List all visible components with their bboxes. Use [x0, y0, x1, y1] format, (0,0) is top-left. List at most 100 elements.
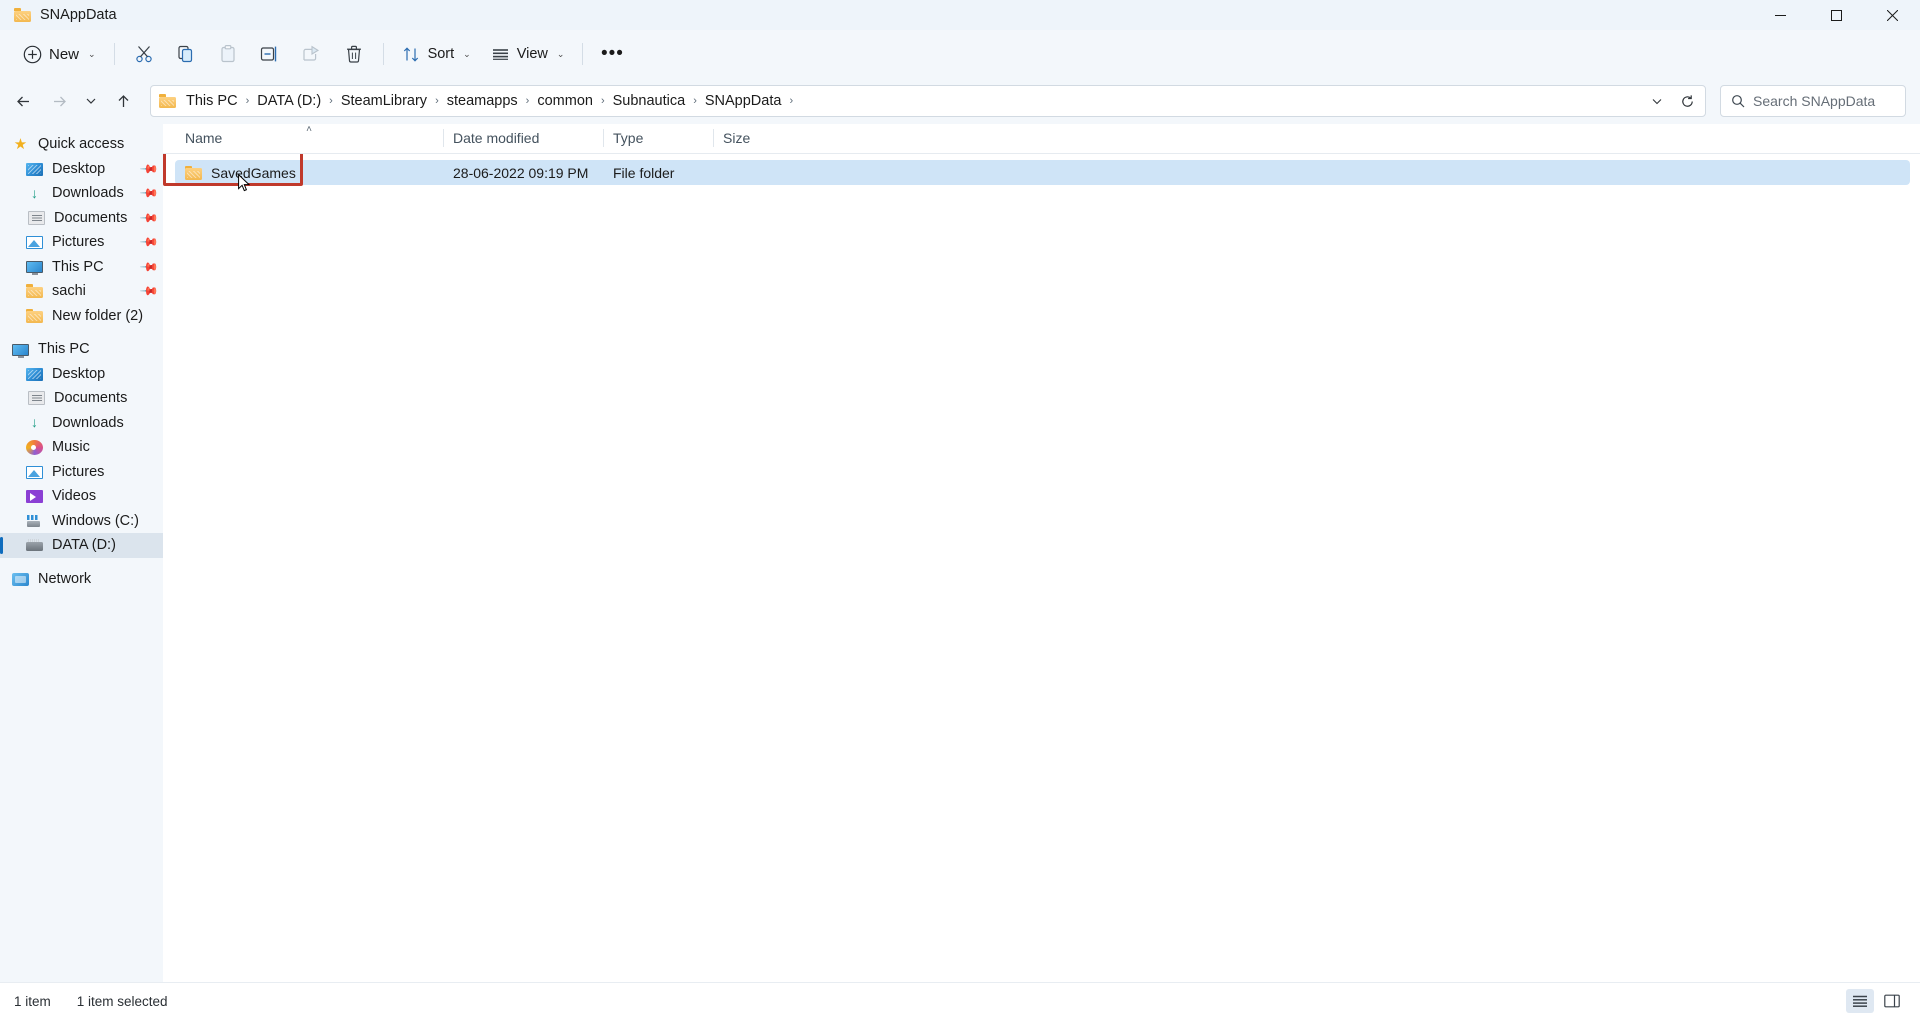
- breadcrumb-item-common[interactable]: common: [531, 90, 599, 112]
- pin-icon[interactable]: 📌: [139, 208, 159, 228]
- address-bar[interactable]: This PC › DATA (D:) › SteamLibrary › ste…: [150, 85, 1706, 117]
- pin-icon[interactable]: 📌: [139, 159, 159, 179]
- pin-icon[interactable]: 📌: [139, 183, 159, 203]
- recent-locations-button[interactable]: [78, 85, 104, 117]
- column-header-type[interactable]: Type: [603, 123, 713, 153]
- sidebar-group-network[interactable]: Network: [0, 567, 163, 592]
- rename-button[interactable]: [250, 37, 290, 71]
- search-input[interactable]: Search SNAppData: [1753, 93, 1875, 109]
- sidebar-item-pictures-pc[interactable]: Pictures: [0, 460, 163, 485]
- sidebar-item-music[interactable]: Music: [0, 435, 163, 460]
- sidebar-group-this-pc[interactable]: This PC: [0, 337, 163, 362]
- new-button[interactable]: New ⌄: [14, 37, 105, 71]
- breadcrumb-item-steamapps[interactable]: steamapps: [441, 90, 524, 112]
- breadcrumb-item-steamlibrary[interactable]: SteamLibrary: [335, 90, 433, 112]
- windows-drive-icon: [26, 515, 43, 528]
- status-bar: 1 item 1 item selected: [0, 982, 1920, 1019]
- breadcrumb-separator: ›: [599, 95, 607, 107]
- sidebar-item-documents-pc[interactable]: Documents: [0, 386, 163, 411]
- music-icon: [26, 440, 43, 455]
- close-button[interactable]: [1864, 0, 1920, 30]
- sidebar-label: This PC: [38, 341, 90, 357]
- sidebar-item-new-folder-2[interactable]: New folder (2): [0, 304, 163, 329]
- paste-button[interactable]: [208, 37, 248, 71]
- command-toolbar: New ⌄: [0, 30, 1920, 78]
- breadcrumb-item-this-pc[interactable]: This PC: [180, 90, 244, 112]
- copy-button[interactable]: [166, 37, 206, 71]
- pin-icon[interactable]: 📌: [139, 281, 159, 301]
- share-icon: [301, 44, 322, 64]
- desktop-icon: [26, 368, 43, 381]
- column-label: Size: [723, 130, 750, 146]
- breadcrumb-item-data-d[interactable]: DATA (D:): [251, 90, 327, 112]
- cut-button[interactable]: [124, 37, 164, 71]
- preview-pane-button[interactable]: [1878, 989, 1906, 1013]
- column-label: Date modified: [453, 130, 539, 146]
- column-headers: ˄ Name Date modified Type Size: [163, 124, 1920, 154]
- sidebar-item-videos[interactable]: Videos: [0, 484, 163, 509]
- sort-button[interactable]: Sort ⌄: [393, 37, 480, 71]
- sidebar-label: Downloads: [52, 185, 124, 201]
- sidebar-item-documents[interactable]: Documents 📌: [0, 206, 163, 231]
- breadcrumb-separator: ›: [327, 95, 335, 107]
- sort-button-label: Sort: [428, 46, 455, 62]
- ellipsis-icon: •••: [601, 48, 624, 60]
- column-header-size[interactable]: Size: [713, 123, 813, 153]
- pin-icon[interactable]: 📌: [139, 232, 159, 252]
- refresh-button[interactable]: [1673, 88, 1701, 114]
- table-row[interactable]: SavedGames 28-06-2022 09:19 PM File fold…: [175, 160, 1910, 185]
- sidebar-item-this-pc-quick[interactable]: This PC 📌: [0, 255, 163, 280]
- more-options-button[interactable]: •••: [592, 37, 632, 71]
- address-bar-row: This PC › DATA (D:) › SteamLibrary › ste…: [0, 78, 1920, 124]
- sidebar-item-desktop[interactable]: Desktop 📌: [0, 157, 163, 182]
- plus-circle-icon: [23, 45, 42, 64]
- view-lines-icon: [491, 45, 510, 64]
- sidebar-label: sachi: [52, 283, 86, 299]
- chevron-down-icon: ⌄: [557, 49, 565, 60]
- pin-icon[interactable]: 📌: [139, 257, 159, 277]
- download-icon: ↓: [26, 186, 43, 201]
- details-view-button[interactable]: [1846, 989, 1874, 1013]
- sidebar-label: Videos: [52, 488, 96, 504]
- column-header-name[interactable]: ˄ Name: [175, 123, 443, 153]
- paste-icon: [218, 44, 238, 64]
- up-button[interactable]: [106, 85, 140, 117]
- preview-pane-icon: [1884, 994, 1900, 1008]
- search-icon: [1731, 94, 1745, 108]
- breadcrumb-separator: ›: [244, 95, 252, 107]
- chevron-down-icon: [1651, 95, 1663, 107]
- search-box[interactable]: Search SNAppData: [1720, 85, 1906, 117]
- delete-button[interactable]: [334, 37, 374, 71]
- scissors-icon: [134, 44, 154, 64]
- chevron-down-icon: ⌄: [463, 49, 471, 60]
- share-button[interactable]: [292, 37, 332, 71]
- details-view-icon: [1852, 994, 1868, 1008]
- breadcrumb-separator: ›: [787, 95, 795, 107]
- sidebar-item-pictures[interactable]: Pictures 📌: [0, 230, 163, 255]
- sidebar-item-desktop-pc[interactable]: Desktop: [0, 362, 163, 387]
- sidebar-item-data-d[interactable]: DATA (D:): [0, 533, 163, 558]
- rename-icon: [259, 44, 281, 64]
- maximize-button[interactable]: [1808, 0, 1864, 30]
- address-dropdown-button[interactable]: [1643, 88, 1671, 114]
- sidebar-item-sachi[interactable]: sachi 📌: [0, 279, 163, 304]
- breadcrumb-item-snappdata[interactable]: SNAppData: [699, 90, 788, 112]
- back-button[interactable]: [6, 85, 40, 117]
- sidebar-item-downloads-pc[interactable]: ↓ Downloads: [0, 411, 163, 436]
- view-button[interactable]: View ⌄: [482, 37, 574, 71]
- sidebar-item-windows-c[interactable]: Windows (C:): [0, 509, 163, 534]
- sidebar-label: Pictures: [52, 234, 104, 250]
- sidebar-label: Quick access: [38, 136, 124, 152]
- breadcrumb-item-subnautica[interactable]: Subnautica: [607, 90, 692, 112]
- sidebar-group-quick-access[interactable]: ★ Quick access: [0, 132, 163, 157]
- column-header-date-modified[interactable]: Date modified: [443, 123, 603, 153]
- breadcrumb-separator: ›: [433, 95, 441, 107]
- sidebar-label: Desktop: [52, 366, 105, 382]
- breadcrumb-separator: ›: [524, 95, 532, 107]
- sidebar-label: Music: [52, 439, 90, 455]
- minimize-button[interactable]: [1752, 0, 1808, 30]
- sidebar-label: Documents: [54, 210, 127, 226]
- forward-button[interactable]: [42, 85, 76, 117]
- sidebar-item-downloads[interactable]: ↓ Downloads 📌: [0, 181, 163, 206]
- sidebar-spacer: [0, 328, 163, 337]
